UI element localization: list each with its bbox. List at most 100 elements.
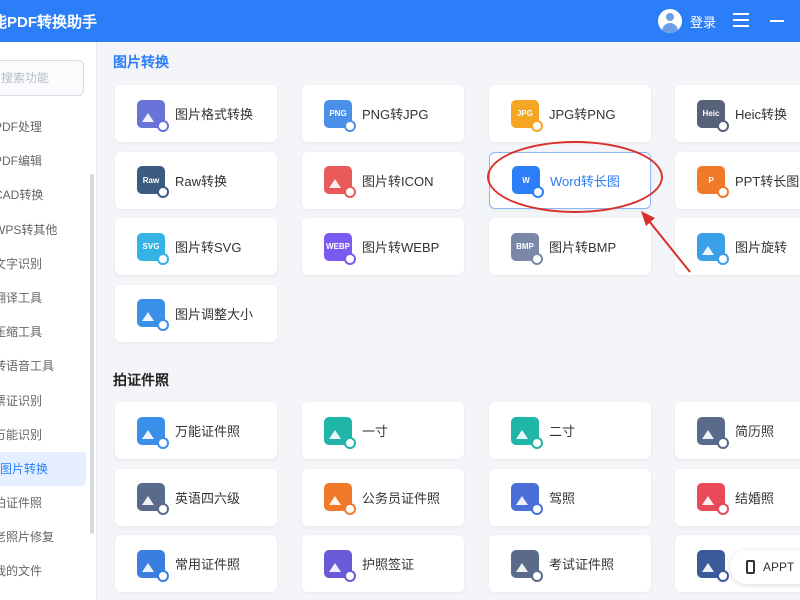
- tool-card-label: JPG转PNG: [549, 107, 616, 122]
- icon-tag: Heic: [702, 109, 720, 118]
- tool-card[interactable]: JPG JPG转PNG: [489, 85, 651, 142]
- sidebar-item[interactable]: CAD转换: [0, 178, 90, 212]
- tool-card-label: 公务员证件照: [362, 490, 441, 506]
- sidebar-item[interactable]: 翻译工具: [0, 281, 90, 315]
- app-float-label: APPT: [763, 560, 795, 574]
- ppt-icon: P: [697, 166, 729, 198]
- top-bar: 能PDF转换助手 登录: [0, 0, 800, 42]
- sidebar-item[interactable]: PDF编辑: [0, 144, 90, 178]
- png-icon: PNG: [324, 99, 356, 132]
- bmp-icon: BMP: [511, 232, 543, 265]
- tool-card-label: PNG转JPG: [362, 107, 429, 122]
- image-to-icon-icon: [324, 166, 356, 198]
- sidebar-item[interactable]: 文字识别: [0, 247, 90, 281]
- tool-card[interactable]: 万能证件照: [115, 402, 277, 459]
- icon-tag: JPG: [516, 109, 533, 118]
- tool-card-label: 二寸: [549, 424, 576, 439]
- tool-card-label: 英语四六级: [175, 490, 241, 506]
- tool-card-label: 简历照: [735, 424, 775, 439]
- login-link[interactable]: 登录: [690, 12, 716, 31]
- two-inch-icon: [511, 416, 543, 449]
- app-float-button[interactable]: APPT: [730, 550, 800, 584]
- minimize-icon[interactable]: [770, 20, 784, 22]
- icon-tag: SVG: [142, 242, 160, 251]
- tool-card-label: 一寸: [362, 424, 389, 439]
- tool-card-label: 考试证件照: [549, 557, 615, 572]
- tool-card[interactable]: 结婚照: [675, 468, 800, 526]
- tool-card[interactable]: Heic Heic转换: [675, 85, 800, 142]
- common-id-photo-icon: [137, 549, 169, 582]
- tool-card-label: Heic转换: [735, 107, 788, 122]
- search-box[interactable]: [0, 60, 84, 96]
- civil-servant-icon: [324, 483, 356, 515]
- tool-card-label: 驾照: [549, 490, 576, 506]
- tool-card[interactable]: 英语四六级: [115, 468, 277, 526]
- extra-photo-icon: [697, 549, 729, 582]
- tool-card[interactable]: 二寸: [489, 402, 651, 459]
- sidebar-scrollbar[interactable]: [90, 174, 94, 534]
- marriage-photo-icon: [697, 483, 729, 515]
- tool-card[interactable]: 图片调整大小: [115, 284, 277, 342]
- tool-card[interactable]: Raw Raw转换: [115, 151, 277, 209]
- tool-card-label: 图片调整大小: [175, 306, 254, 322]
- icon-tag: P: [708, 175, 714, 185]
- tool-card-label: 图片转SVG: [175, 240, 242, 255]
- sidebar-item[interactable]: WPS转其他: [0, 213, 90, 247]
- resume-photo-icon: [697, 416, 729, 449]
- tool-card-label: Raw转换: [175, 173, 228, 189]
- one-inch-icon: [324, 416, 356, 449]
- icon-tag: PNG: [329, 109, 347, 118]
- sidebar-item[interactable]: 万能识别: [0, 418, 90, 452]
- red-circle-annotation: [487, 141, 663, 213]
- tool-card[interactable]: P PPT转长图: [675, 151, 800, 209]
- section-title-photo: 拍证件照: [113, 372, 169, 388]
- universal-id-photo-icon: [137, 416, 169, 449]
- tool-card[interactable]: SVG 图片转SVG: [115, 218, 277, 275]
- tool-card[interactable]: 常用证件照: [115, 535, 277, 592]
- tool-card[interactable]: 公务员证件照: [302, 468, 464, 526]
- heic-icon: Heic: [697, 99, 729, 132]
- sidebar-item[interactable]: 图片转换: [0, 451, 86, 487]
- sidebar-item[interactable]: 转语音工具: [0, 349, 90, 383]
- tool-card-label: 结婚照: [735, 490, 775, 506]
- user-avatar-icon[interactable]: [658, 9, 682, 33]
- tool-card-label: PPT转长图: [735, 173, 800, 189]
- tool-card[interactable]: BMP 图片转BMP: [489, 218, 651, 275]
- tool-card[interactable]: 考试证件照: [489, 535, 651, 592]
- sidebar-nav: PDF处理PDF编辑CAD转换WPS转其他文字识别翻译工具压缩工具转语音工具票证…: [0, 110, 90, 589]
- icon-tag: BMP: [516, 242, 534, 251]
- tool-card-label: 万能证件照: [175, 424, 241, 439]
- sidebar-item[interactable]: 票证识别: [0, 384, 90, 418]
- tool-card[interactable]: 一寸: [302, 402, 464, 459]
- tool-card[interactable]: WEBP 图片转WEBP: [302, 218, 464, 275]
- raw-icon: Raw: [137, 166, 169, 198]
- tool-card[interactable]: 简历照: [675, 402, 800, 459]
- tool-card[interactable]: 护照签证: [302, 535, 464, 592]
- resize-icon: [137, 299, 169, 331]
- image-format-icon: [137, 99, 169, 132]
- sidebar-item[interactable]: 老照片修复: [0, 520, 90, 554]
- sidebar-item[interactable]: 拍证件照: [0, 486, 90, 520]
- sidebar-item[interactable]: 我的文件: [0, 554, 90, 588]
- search-input[interactable]: [0, 61, 75, 95]
- sidebar-item[interactable]: PDF处理: [0, 110, 90, 144]
- tool-card-label: 图片转ICON: [362, 173, 434, 189]
- phone-icon: [746, 560, 755, 574]
- icon-tag: Raw: [142, 175, 160, 185]
- icon-tag: WEBP: [326, 242, 350, 251]
- tool-card[interactable]: 图片格式转换: [115, 85, 277, 142]
- tool-card[interactable]: PNG PNG转JPG: [302, 85, 464, 142]
- sidebar-item[interactable]: 压缩工具: [0, 315, 90, 349]
- svg-icon: SVG: [137, 232, 169, 265]
- passport-icon: [324, 549, 356, 582]
- tool-card[interactable]: 图片转ICON: [302, 151, 464, 209]
- tool-card[interactable]: 驾照: [489, 468, 651, 526]
- tool-card-label: 图片旋转: [735, 240, 788, 255]
- cet-icon: [137, 483, 169, 515]
- tool-card-label: 图片转WEBP: [362, 240, 440, 255]
- tool-card-label: 护照签证: [362, 557, 415, 572]
- tool-card-label: 图片转BMP: [549, 240, 617, 255]
- webp-icon: WEBP: [324, 232, 356, 265]
- menu-icon[interactable]: [733, 13, 749, 27]
- tool-card[interactable]: 图片旋转: [675, 218, 800, 275]
